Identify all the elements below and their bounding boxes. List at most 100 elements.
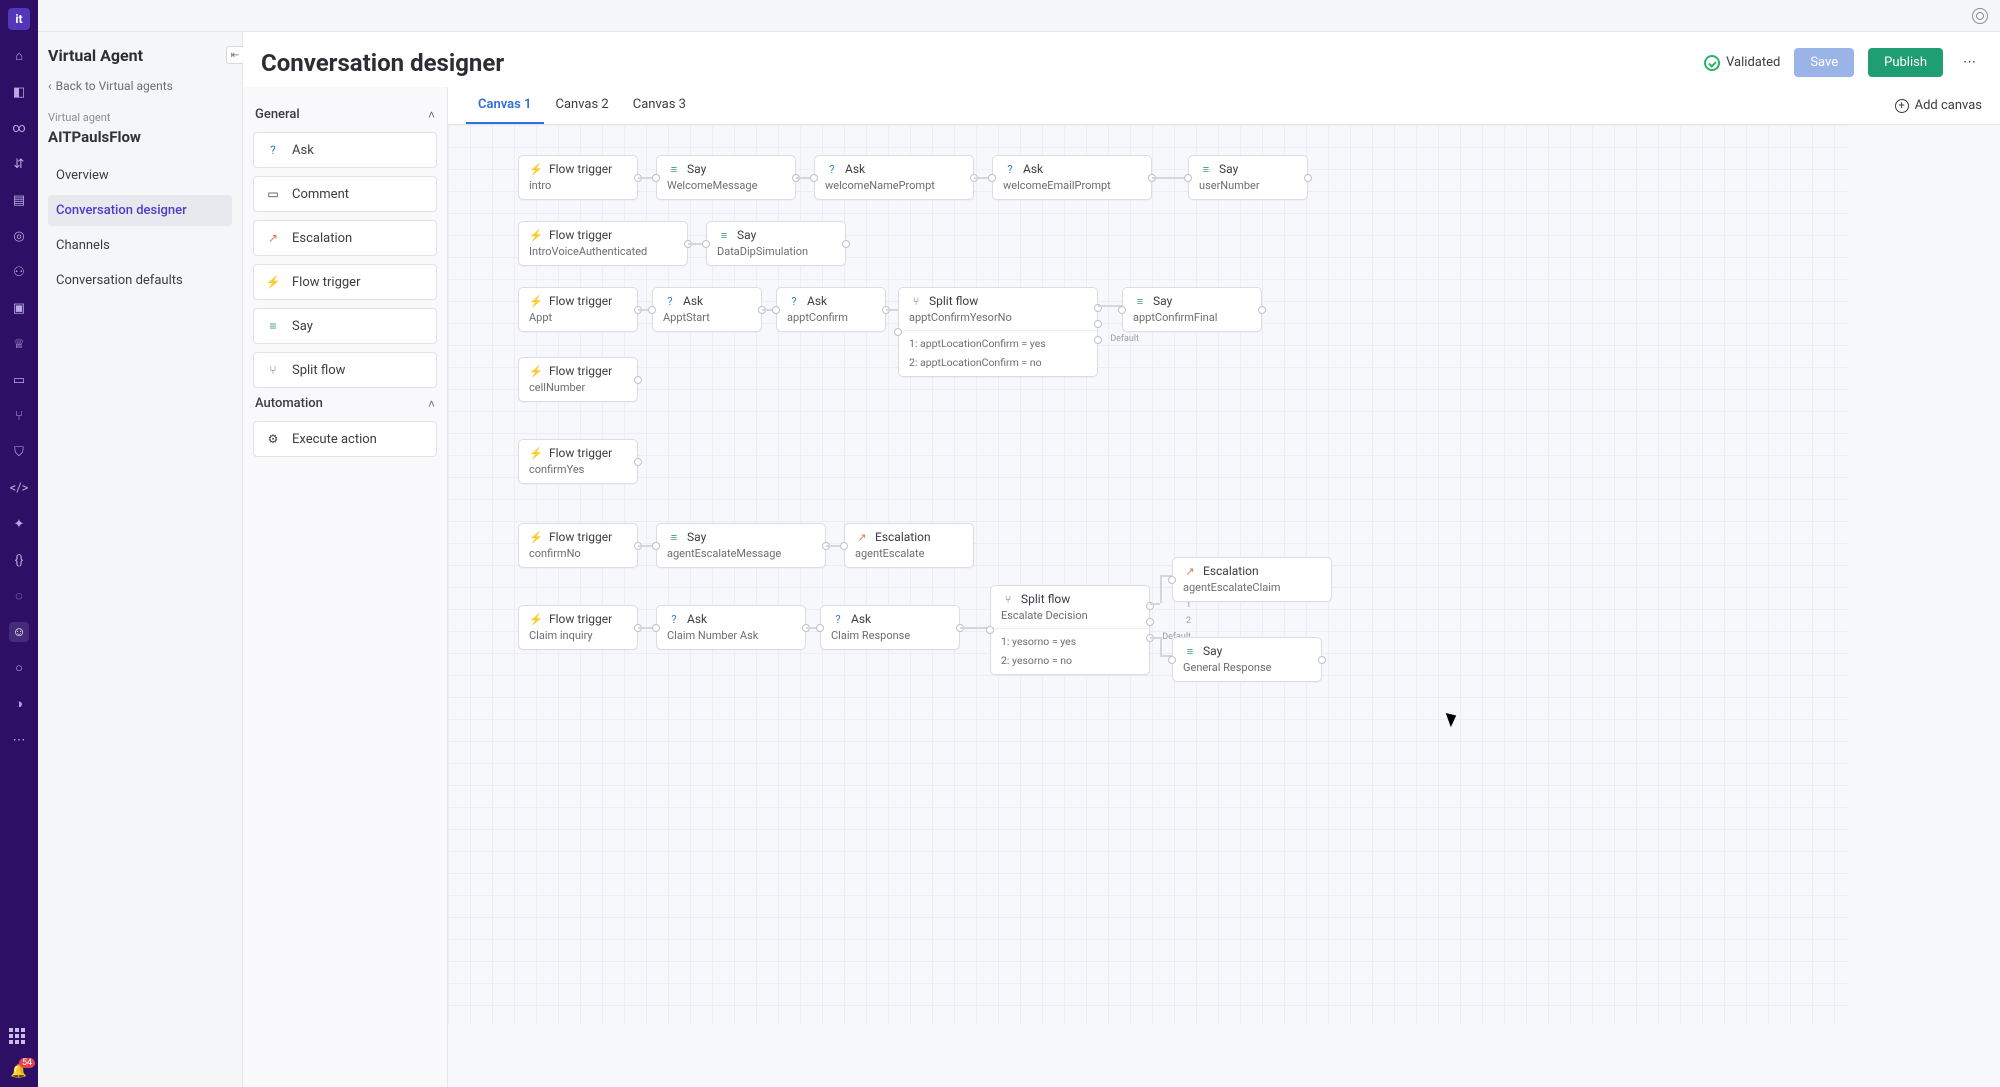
flowtrigger-icon: ⚡ bbox=[529, 294, 543, 308]
validated-status: Validated bbox=[1704, 55, 1780, 71]
rail-branch-icon[interactable]: ⑂ bbox=[9, 406, 29, 426]
app-logo[interactable]: it bbox=[8, 8, 30, 30]
rail-chat-icon[interactable]: ◌ bbox=[9, 586, 29, 606]
node-ask-email[interactable]: ?Ask welcomeEmailPrompt bbox=[992, 155, 1152, 200]
back-link[interactable]: ‹ Back to Virtual agents bbox=[48, 79, 232, 93]
save-button[interactable]: Save bbox=[1794, 48, 1854, 77]
rail-home-icon[interactable]: ⌂ bbox=[9, 46, 29, 66]
ask-icon: ? bbox=[264, 141, 282, 159]
escalation-icon: ↗ bbox=[1183, 564, 1197, 578]
rail-book-icon[interactable]: ▭ bbox=[9, 370, 29, 390]
app-root: it ⌂ ◧ ∞ ⇵ ▤ ◎ ⚇ ▣ ♕ ▭ ⑂ ⛉ </> ✦ {} ◌ ☺ … bbox=[0, 0, 2000, 1087]
palette-item-splitflow[interactable]: ⑂Split flow bbox=[253, 352, 437, 388]
say-icon: ≡ bbox=[717, 228, 731, 242]
say-icon: ≡ bbox=[667, 162, 681, 176]
ask-icon: ? bbox=[1003, 162, 1017, 176]
split-icon: ⑂ bbox=[1001, 592, 1015, 606]
node-ask-apptstart[interactable]: ?Ask ApptStart bbox=[652, 287, 762, 332]
palette-item-say[interactable]: ≡Say bbox=[253, 308, 437, 344]
canvas-tabs: Canvas 1 Canvas 2 Canvas 3 Add canvas bbox=[448, 87, 2000, 125]
page-title: Conversation designer bbox=[261, 49, 504, 77]
nav-overview[interactable]: Overview bbox=[48, 160, 232, 191]
node-flowtrigger-cell[interactable]: ⚡Flow trigger cellNumber bbox=[518, 357, 638, 402]
node-ask-claimnumber[interactable]: ?Ask Claim Number Ask bbox=[656, 605, 806, 650]
tab-canvas-1[interactable]: Canvas 1 bbox=[466, 87, 544, 124]
palette-item-flowtrigger[interactable]: ⚡Flow trigger bbox=[253, 264, 437, 300]
ask-icon: ? bbox=[787, 294, 801, 308]
chevron-left-icon: ‹ bbox=[48, 79, 52, 93]
settings-icon[interactable] bbox=[1972, 8, 1988, 24]
say-icon: ≡ bbox=[1183, 644, 1197, 658]
palette-item-escalation[interactable]: ↗Escalation bbox=[253, 220, 437, 256]
palette-item-comment[interactable]: ▭Comment bbox=[253, 176, 437, 212]
rail-brackets-icon[interactable]: {} bbox=[9, 550, 29, 570]
rail-trophy-icon[interactable]: ♕ bbox=[9, 334, 29, 354]
plus-icon bbox=[1895, 99, 1909, 113]
rail-target-icon[interactable]: ◎ bbox=[9, 226, 29, 246]
rail-users-icon[interactable]: ⚇ bbox=[9, 262, 29, 282]
node-say-agentescmsg[interactable]: ≡Say agentEscalateMessage bbox=[656, 523, 826, 568]
palette-section-automation[interactable]: Automation ˄ bbox=[255, 396, 435, 411]
palette-item-execute[interactable]: ⚙Execute action bbox=[253, 421, 437, 457]
say-icon: ≡ bbox=[1199, 162, 1213, 176]
rail-chart-icon[interactable]: ⇵ bbox=[9, 154, 29, 174]
rail-shield-icon[interactable]: ⛉ bbox=[9, 442, 29, 462]
canvas[interactable]: ⚡Flow trigger intro ≡Say WelcomeMessage bbox=[448, 125, 1848, 1025]
node-say-usernumber[interactable]: ≡Say userNumber bbox=[1188, 155, 1308, 200]
node-ask-apptconfirm[interactable]: ?Ask apptConfirm bbox=[776, 287, 886, 332]
node-escalation-agent[interactable]: ↗Escalation agentEscalate bbox=[844, 523, 974, 568]
tab-canvas-3[interactable]: Canvas 3 bbox=[621, 87, 698, 124]
flowtrigger-icon: ⚡ bbox=[529, 162, 543, 176]
ask-icon: ? bbox=[663, 294, 677, 308]
node-flowtrigger-confirmno[interactable]: ⚡Flow trigger confirmNo bbox=[518, 523, 638, 568]
rail-doc-icon[interactable]: ▤ bbox=[9, 190, 29, 210]
palette-section-general[interactable]: General ˄ bbox=[255, 107, 435, 122]
app-switcher-icon[interactable] bbox=[9, 1028, 29, 1048]
rail-more-icon[interactable]: ⋯ bbox=[9, 730, 29, 750]
rail-comment-icon[interactable]: ○ bbox=[9, 658, 29, 678]
escalation-icon: ↗ bbox=[264, 229, 282, 247]
node-flowtrigger-appt[interactable]: ⚡Flow trigger Appt bbox=[518, 287, 638, 332]
node-say-general[interactable]: ≡Say General Response bbox=[1172, 637, 1322, 682]
rail-dashboard-icon[interactable]: ◧ bbox=[9, 82, 29, 102]
add-canvas-button[interactable]: Add canvas bbox=[1895, 88, 1982, 123]
top-bar bbox=[38, 0, 2000, 32]
comment-icon: ▭ bbox=[264, 185, 282, 203]
rail-automate-icon[interactable]: ✦ bbox=[9, 514, 29, 534]
node-say-welcome[interactable]: ≡Say WelcomeMessage bbox=[656, 155, 796, 200]
say-icon: ≡ bbox=[1133, 294, 1147, 308]
rail-clipboard-icon[interactable]: ▣ bbox=[9, 298, 29, 318]
nav-conversation-designer[interactable]: Conversation designer bbox=[48, 195, 232, 226]
node-escalation-claim[interactable]: ↗Escalation agentEscalateClaim bbox=[1172, 557, 1332, 602]
rail-bot-icon[interactable]: ☺ bbox=[9, 622, 29, 642]
rail-compass-icon[interactable]: ◑ bbox=[9, 694, 29, 714]
node-flowtrigger-confirmyes[interactable]: ⚡Flow trigger confirmYes bbox=[518, 439, 638, 484]
node-say-apptfinal[interactable]: ≡Say apptConfirmFinal bbox=[1122, 287, 1262, 332]
node-split-apptconfirm[interactable]: ⑂Split flow apptConfirmYesorNo 1: apptLo… bbox=[898, 287, 1098, 377]
canvas-viewport[interactable]: ⚡Flow trigger intro ≡Say WelcomeMessage bbox=[448, 125, 2000, 1087]
split-icon: ⑂ bbox=[264, 361, 282, 379]
rail-link-icon[interactable]: ∞ bbox=[9, 118, 29, 138]
node-flowtrigger-intro[interactable]: ⚡Flow trigger intro bbox=[518, 155, 638, 200]
node-ask-claimresponse[interactable]: ?Ask Claim Response bbox=[820, 605, 960, 650]
flowtrigger-icon: ⚡ bbox=[529, 364, 543, 378]
publish-button[interactable]: Publish bbox=[1868, 48, 1943, 77]
split-icon: ⑂ bbox=[909, 294, 923, 308]
say-icon: ≡ bbox=[264, 317, 282, 335]
nav-channels[interactable]: Channels bbox=[48, 230, 232, 261]
more-actions-button[interactable]: ⋯ bbox=[1957, 50, 1982, 75]
tab-canvas-2[interactable]: Canvas 2 bbox=[544, 87, 621, 124]
product-title: Virtual Agent bbox=[48, 46, 232, 65]
node-flowtrigger-claim[interactable]: ⚡Flow trigger Claim inquiry bbox=[518, 605, 638, 650]
left-panel: ⇤ Virtual Agent ‹ Back to Virtual agents… bbox=[38, 32, 243, 1087]
node-ask-name[interactable]: ?Ask welcomeNamePrompt bbox=[814, 155, 974, 200]
nav-conversation-defaults[interactable]: Conversation defaults bbox=[48, 265, 232, 296]
node-flowtrigger-introvoice[interactable]: ⚡Flow trigger IntroVoiceAuthenticated bbox=[518, 221, 688, 266]
notifications-icon[interactable]: 🔔54 bbox=[11, 1064, 27, 1079]
palette-item-ask[interactable]: ?Ask bbox=[253, 132, 437, 168]
collapse-panel-icon[interactable]: ⇤ bbox=[226, 46, 244, 64]
node-say-datadip[interactable]: ≡Say DataDipSimulation bbox=[706, 221, 846, 266]
flowtrigger-icon: ⚡ bbox=[529, 228, 543, 242]
node-split-escalatedec[interactable]: ⑂Split flow Escalate Decision 1: yesorno… bbox=[990, 585, 1150, 675]
rail-code-icon[interactable]: </> bbox=[9, 478, 29, 498]
